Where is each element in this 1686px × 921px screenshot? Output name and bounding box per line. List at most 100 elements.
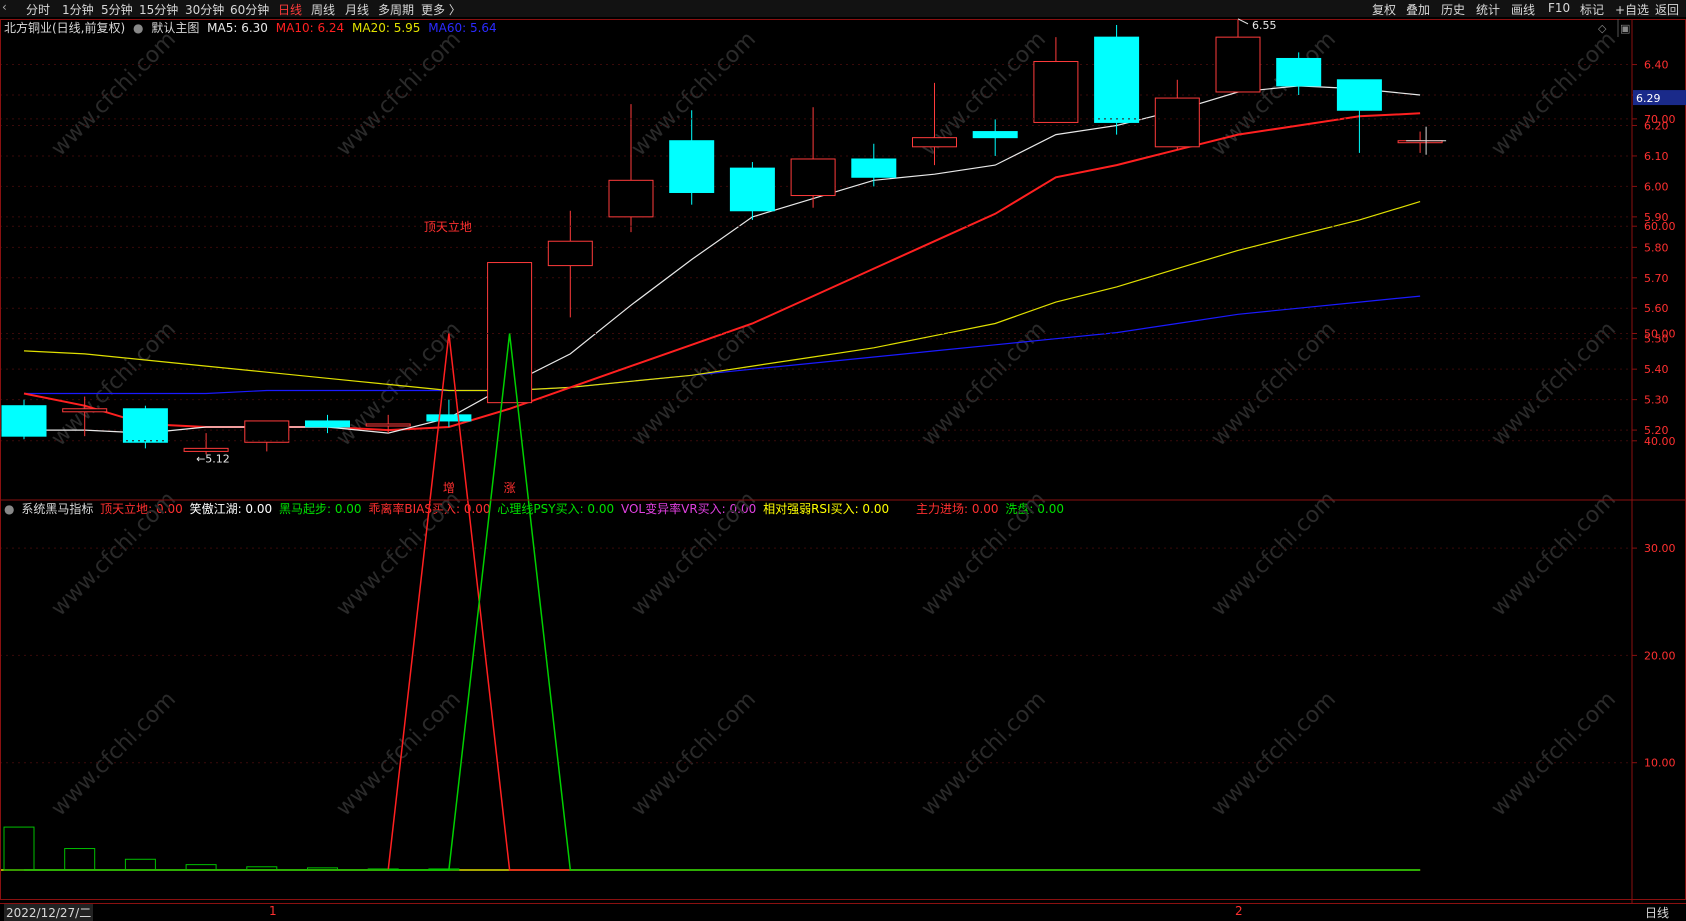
candle [183,433,229,455]
ma5-line [24,85,1421,434]
candle-body [1033,61,1079,123]
draw-line-button[interactable]: 画线 [1511,1,1535,18]
indicator-tick-label: 30.00 [1644,542,1676,555]
date-label: 2022/12/27/二 [4,904,94,921]
month-mark: 2 [1235,904,1243,918]
stats-button[interactable]: 统计 [1476,1,1500,18]
watermark-text: www.cfchi.com [332,317,466,451]
candle-body [608,179,654,218]
candle-body [1215,36,1261,93]
watermark-text: www.cfchi.com [332,687,466,821]
history-button[interactable]: 历史 [1441,1,1465,18]
price-tick-label: 5.40 [1644,363,1669,376]
price-tick-label: 6.10 [1644,150,1669,163]
tab-fenshi[interactable]: 分时 [26,1,50,18]
tab-weekly[interactable]: 周线 [311,1,335,18]
candle [729,162,775,220]
low-marker-label: ←5.12 [196,452,230,465]
f10-button[interactable]: F10 [1548,1,1570,15]
candle [851,143,897,187]
candle [1397,131,1443,153]
watermark-text: www.cfchi.com [917,487,1051,621]
candle [972,119,1018,156]
back-button[interactable]: 返回 [1655,1,1679,18]
watermark-text: www.cfchi.com [47,687,181,821]
tab-1min[interactable]: 1分钟 [62,1,94,18]
candle [244,420,290,452]
indicator-tick-label: 40.00 [1644,435,1676,448]
indicator-tick-label: 10.00 [1644,757,1676,770]
candle-body [365,423,411,427]
tab-multi-period[interactable]: 多周期 [378,1,414,18]
price-tick-label: 5.30 [1644,394,1669,407]
candle-body [1154,97,1200,148]
watermark-text: www.cfchi.com [332,487,466,621]
ma10-line [23,112,1421,432]
indicator-bar [64,848,96,871]
candle-body [912,137,957,148]
current-price-label: 6.29 [1636,92,1661,105]
date-axis-bar: 2022/12/27/二 1 2 日线 [0,903,1686,921]
indicator-bar [185,864,217,871]
panel-icon: ▣ [1620,22,1630,35]
candle [1154,79,1200,150]
candle [790,107,836,208]
candle-body [1336,79,1382,111]
indicator-tick-label: 60.00 [1644,220,1676,233]
overlay-button[interactable]: 叠加 [1406,1,1430,18]
add-favorite-button[interactable]: +自选 [1615,1,1649,18]
period-label: 日线 [1645,906,1670,920]
candle-body [183,447,229,452]
mark-button[interactable]: 标记 [1580,1,1604,18]
watermark-text: www.cfchi.com [627,317,761,451]
watermark-text: www.cfchi.com [627,687,761,821]
tab-60min[interactable]: 60分钟 [230,1,269,18]
diamond-icon: ◇ [1598,22,1607,35]
indicator-tick-label: 70.00 [1644,113,1676,126]
candle-body [62,408,108,413]
candle [1094,24,1140,135]
indicator-chart-label: 顶天立地 [424,219,472,234]
watermark-text: www.cfchi.com [1207,317,1341,451]
watermark-text: www.cfchi.com [1487,687,1621,821]
indicator-bar [3,826,35,871]
tab-more[interactable]: 更多 〉 [421,1,461,18]
watermark-text: www.cfchi.com [1207,487,1341,621]
watermark-text: www.cfchi.com [917,687,1051,821]
indicator-tick-label: 20.00 [1644,649,1676,662]
toolbar-arrow-icon[interactable]: ‹ [2,0,7,14]
candle-body [1276,57,1322,87]
tab-15min[interactable]: 15分钟 [139,1,178,18]
period-toolbar: ‹ 分时 1分钟 5分钟 15分钟 30分钟 60分钟 日线 周线 月线 多周期… [0,0,1686,17]
indicator-tick-label: 50.00 [1644,328,1676,341]
signal-label: 增 [443,481,455,495]
candle [487,262,533,404]
signal-label: 涨 [504,480,516,495]
tab-5min[interactable]: 5分钟 [101,1,133,18]
watermark-text: www.cfchi.com [47,27,181,161]
candle-body [122,408,168,443]
candle-body [305,420,350,428]
month-mark: 1 [269,904,277,918]
tab-30min[interactable]: 30分钟 [185,1,224,18]
candle [122,405,168,449]
watermark-text: www.cfchi.com [1487,317,1621,451]
candle-body [426,414,472,422]
watermark-text: www.cfchi.com [917,317,1051,451]
price-tick-label: 6.00 [1644,180,1669,193]
watermark-text: www.cfchi.com [332,27,466,161]
candle [547,210,593,318]
candle-body [729,167,775,212]
candle-body [851,158,897,178]
tab-monthly[interactable]: 月线 [345,1,369,18]
tab-daily[interactable]: 日线 [278,1,302,18]
fuquan-button[interactable]: 复权 [1372,1,1396,18]
kline-chart-canvas[interactable]: www.cfchi.com www.cfchi.com www.cfchi.com w… [0,17,1686,920]
price-tick-label: 6.40 [1644,59,1669,72]
watermark-text: www.cfchi.com [1207,687,1341,821]
candle-body [487,262,533,404]
candle-body [669,140,715,193]
candle-body [1094,36,1140,123]
watermark-text: www.cfchi.com [1487,27,1621,161]
high-marker-label: 6.55 [1252,19,1277,32]
